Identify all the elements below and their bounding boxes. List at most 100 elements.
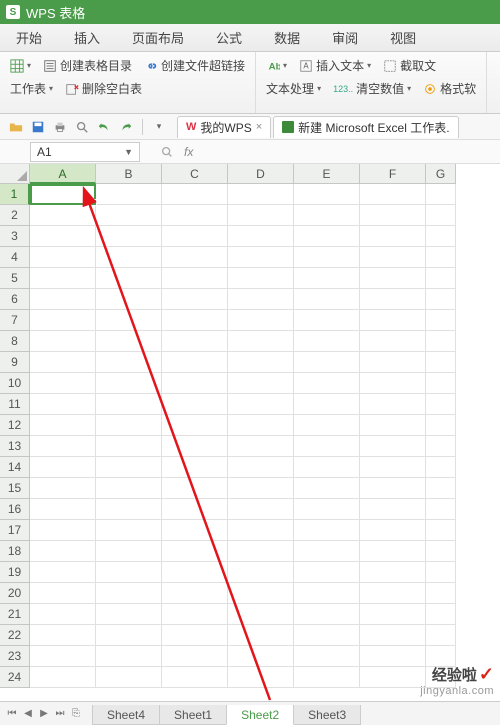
row-header-17[interactable]: 17 bbox=[0, 520, 30, 541]
cell[interactable] bbox=[96, 247, 162, 268]
cell[interactable] bbox=[294, 520, 360, 541]
row-header-11[interactable]: 11 bbox=[0, 394, 30, 415]
row-header-1[interactable]: 1 bbox=[0, 184, 30, 205]
menu-data[interactable]: 数据 bbox=[258, 24, 316, 51]
cell[interactable] bbox=[30, 541, 96, 562]
cell[interactable] bbox=[96, 457, 162, 478]
cell[interactable] bbox=[228, 562, 294, 583]
name-box[interactable]: A1 ▼ bbox=[30, 142, 140, 162]
cell[interactable] bbox=[426, 331, 456, 352]
cell[interactable] bbox=[162, 457, 228, 478]
row-header-8[interactable]: 8 bbox=[0, 331, 30, 352]
menu-formula[interactable]: 公式 bbox=[200, 24, 258, 51]
cell[interactable] bbox=[162, 268, 228, 289]
cell[interactable] bbox=[294, 646, 360, 667]
cell[interactable] bbox=[96, 499, 162, 520]
cell[interactable] bbox=[426, 541, 456, 562]
row-header-12[interactable]: 12 bbox=[0, 415, 30, 436]
text-process-dropdown[interactable]: 文本处理 ▾ bbox=[264, 79, 323, 98]
worksheet-dropdown[interactable]: 工作表 ▾ bbox=[8, 79, 55, 98]
cell[interactable] bbox=[162, 541, 228, 562]
cell[interactable] bbox=[426, 583, 456, 604]
sheet-tab-sheet3[interactable]: Sheet3 bbox=[293, 705, 361, 725]
cell[interactable] bbox=[294, 331, 360, 352]
cell[interactable] bbox=[162, 331, 228, 352]
cell[interactable] bbox=[228, 583, 294, 604]
cell[interactable] bbox=[294, 478, 360, 499]
col-header-f[interactable]: F bbox=[360, 164, 426, 184]
cell[interactable] bbox=[228, 184, 294, 205]
sheet-tab-sheet1[interactable]: Sheet1 bbox=[159, 705, 227, 725]
cell[interactable] bbox=[294, 604, 360, 625]
row-header-21[interactable]: 21 bbox=[0, 604, 30, 625]
cell[interactable] bbox=[162, 604, 228, 625]
menu-review[interactable]: 审阅 bbox=[316, 24, 374, 51]
cell[interactable] bbox=[228, 394, 294, 415]
cell[interactable] bbox=[228, 436, 294, 457]
cell[interactable] bbox=[294, 457, 360, 478]
cell[interactable] bbox=[162, 373, 228, 394]
row-header-18[interactable]: 18 bbox=[0, 541, 30, 562]
sheet-new-button[interactable]: ⎘ bbox=[68, 705, 84, 723]
cell[interactable] bbox=[30, 205, 96, 226]
sheet-nav-prev[interactable]: ◀ bbox=[20, 705, 36, 723]
cell[interactable] bbox=[96, 415, 162, 436]
clear-values-button[interactable]: 123.. 清空数值 ▾ bbox=[331, 79, 413, 98]
cell[interactable] bbox=[426, 499, 456, 520]
undo-button[interactable] bbox=[94, 117, 114, 137]
col-header-d[interactable]: D bbox=[228, 164, 294, 184]
cell[interactable] bbox=[162, 247, 228, 268]
row-header-20[interactable]: 20 bbox=[0, 583, 30, 604]
sheet-nav-first[interactable]: ⏮ bbox=[4, 705, 20, 723]
cell[interactable] bbox=[294, 394, 360, 415]
cell[interactable] bbox=[426, 394, 456, 415]
menu-insert[interactable]: 插入 bbox=[58, 24, 116, 51]
close-icon[interactable]: × bbox=[256, 121, 262, 133]
cell[interactable] bbox=[162, 310, 228, 331]
cell[interactable] bbox=[360, 457, 426, 478]
cell[interactable] bbox=[360, 289, 426, 310]
row-header-3[interactable]: 3 bbox=[0, 226, 30, 247]
cell[interactable] bbox=[162, 520, 228, 541]
menu-start[interactable]: 开始 bbox=[0, 24, 58, 51]
workbook-layout-button[interactable]: ▾ bbox=[8, 58, 33, 74]
cell[interactable] bbox=[360, 268, 426, 289]
cell[interactable] bbox=[294, 541, 360, 562]
cell[interactable] bbox=[294, 226, 360, 247]
cell[interactable] bbox=[360, 520, 426, 541]
cell[interactable] bbox=[162, 415, 228, 436]
select-all-button[interactable] bbox=[0, 164, 30, 184]
row-header-16[interactable]: 16 bbox=[0, 499, 30, 520]
cell[interactable] bbox=[228, 205, 294, 226]
cell[interactable] bbox=[426, 226, 456, 247]
cell[interactable] bbox=[360, 394, 426, 415]
col-header-a[interactable]: A bbox=[30, 164, 96, 184]
cell[interactable] bbox=[162, 562, 228, 583]
cell[interactable] bbox=[30, 520, 96, 541]
cell[interactable] bbox=[294, 184, 360, 205]
cell[interactable] bbox=[228, 499, 294, 520]
cell[interactable] bbox=[360, 499, 426, 520]
cell[interactable] bbox=[294, 310, 360, 331]
row-header-5[interactable]: 5 bbox=[0, 268, 30, 289]
fx-label[interactable]: fx bbox=[184, 145, 193, 159]
sheet-nav-next[interactable]: ▶ bbox=[36, 705, 52, 723]
cell[interactable] bbox=[228, 646, 294, 667]
cell[interactable] bbox=[96, 583, 162, 604]
cell[interactable] bbox=[360, 604, 426, 625]
row-header-7[interactable]: 7 bbox=[0, 310, 30, 331]
cell[interactable] bbox=[96, 604, 162, 625]
cell[interactable] bbox=[228, 478, 294, 499]
delete-blank-sheet-button[interactable]: 删除空白表 bbox=[63, 79, 144, 98]
more-button[interactable]: ▾ bbox=[149, 117, 169, 137]
cell[interactable] bbox=[162, 646, 228, 667]
cell[interactable] bbox=[30, 667, 96, 688]
cell[interactable] bbox=[294, 562, 360, 583]
cell[interactable] bbox=[360, 667, 426, 688]
cell[interactable] bbox=[30, 289, 96, 310]
cell[interactable] bbox=[96, 562, 162, 583]
cell[interactable] bbox=[30, 310, 96, 331]
insert-text-button[interactable]: A 插入文本 ▾ bbox=[297, 56, 373, 75]
cell[interactable] bbox=[96, 646, 162, 667]
cell[interactable] bbox=[162, 289, 228, 310]
